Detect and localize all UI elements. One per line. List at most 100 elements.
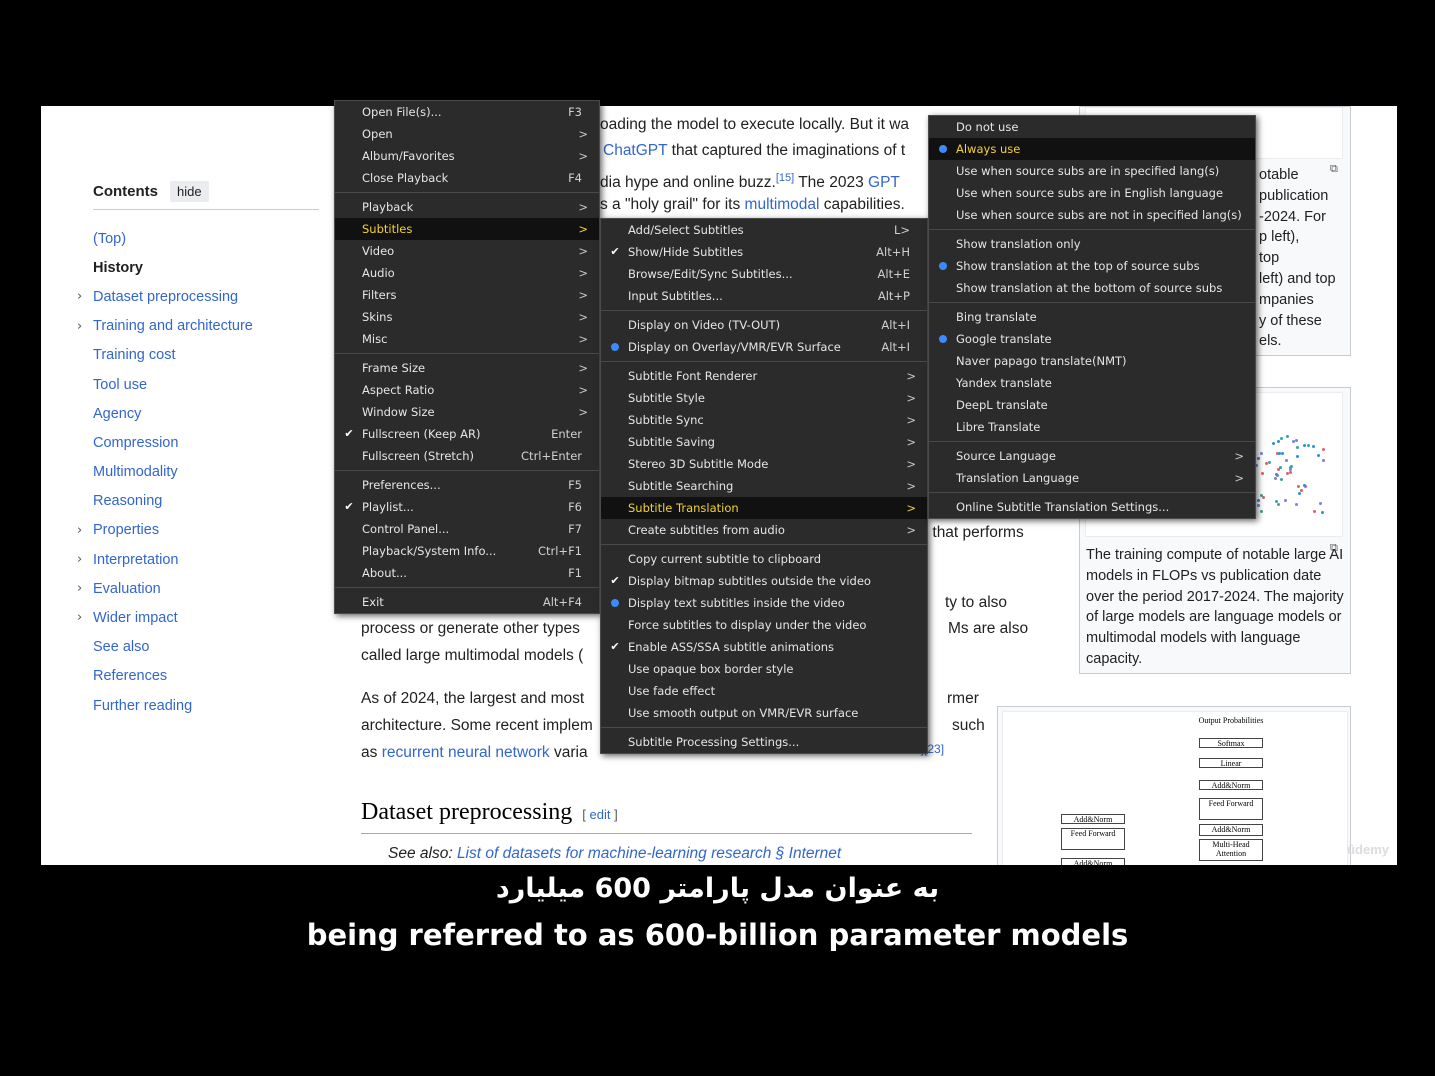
see-also-link[interactable]: List of datasets for machine-learning re… <box>457 845 841 862</box>
chevron-right-icon[interactable]: › <box>77 319 82 334</box>
menu-item-filters[interactable]: Filters > <box>335 284 599 306</box>
menu-item-add-select-subtitles[interactable]: Add/Select Subtitles L> <box>601 219 927 241</box>
menu-item-display-text-subtitles-inside-the-video[interactable]: Display text subtitles inside the video <box>601 592 927 614</box>
menu-item-use-opaque-box-border-style[interactable]: Use opaque box border style <box>601 658 927 680</box>
menu-item-use-when-source-subs-are-not-in-specified-lang-s[interactable]: Use when source subs are not in specifie… <box>929 204 1255 226</box>
menu-item-video[interactable]: Video > <box>335 240 599 262</box>
menu-item-open[interactable]: Open > <box>335 123 599 145</box>
toc-item-agency[interactable]: Agency <box>93 399 333 428</box>
menu-item-bing-translate[interactable]: Bing translate <box>929 306 1255 328</box>
menu-item-google-translate[interactable]: Google translate <box>929 328 1255 350</box>
toc-item-references[interactable]: References <box>93 662 333 691</box>
menu-item-use-fade-effect[interactable]: Use fade effect <box>601 680 927 702</box>
menu-item-display-on-video-tv-out[interactable]: Display on Video (TV-OUT) Alt+I <box>601 314 927 336</box>
menu-item-do-not-use[interactable]: Do not use <box>929 116 1255 138</box>
menu-item-yandex-translate[interactable]: Yandex translate <box>929 372 1255 394</box>
reference-link[interactable]: [15] <box>776 172 794 184</box>
multimodal-link[interactable]: multimodal <box>745 196 820 213</box>
menu-item-show-translation-at-the-bottom-of-source-subs[interactable]: Show translation at the bottom of source… <box>929 277 1255 299</box>
menu-item-playlist[interactable]: ✔ Playlist... F6 <box>335 496 599 518</box>
toc-item-compression[interactable]: Compression <box>93 428 333 457</box>
menu-item-stereo-3d-subtitle-mode[interactable]: Stereo 3D Subtitle Mode > <box>601 453 927 475</box>
toc-item-reasoning[interactable]: Reasoning <box>93 487 333 516</box>
toc-hide-button[interactable]: hide <box>170 181 209 202</box>
menu-item-fullscreen-stretch[interactable]: Fullscreen (Stretch) Ctrl+Enter <box>335 445 599 467</box>
menu-item-use-when-source-subs-are-in-specified-lang-s[interactable]: Use when source subs are in specified la… <box>929 160 1255 182</box>
toc-item-tool-use[interactable]: Tool use <box>93 370 333 399</box>
toc-item-history[interactable]: History <box>93 253 333 282</box>
scatter-point <box>1276 440 1280 444</box>
rnn-link[interactable]: recurrent neural network <box>382 744 550 761</box>
gpt-link[interactable]: GPT <box>868 174 900 191</box>
menu-item-create-subtitles-from-audio[interactable]: Create subtitles from audio > <box>601 519 927 541</box>
menu-item-shortcut: F5 <box>568 478 582 492</box>
menu-item-force-subtitles-to-display-under-the-video[interactable]: Force subtitles to display under the vid… <box>601 614 927 636</box>
menu-item-exit[interactable]: Exit Alt+F4 <box>335 591 599 613</box>
chatgpt-link[interactable]: ChatGPT <box>603 142 667 159</box>
menu-item-playback-system-info[interactable]: Playback/System Info... Ctrl+F1 <box>335 540 599 562</box>
menu-item-libre-translate[interactable]: Libre Translate <box>929 416 1255 438</box>
menu-item-browse-edit-sync-subtitles[interactable]: Browse/Edit/Sync Subtitles... Alt+E <box>601 263 927 285</box>
menu-item-online-subtitle-translation-settings[interactable]: Online Subtitle Translation Settings... <box>929 496 1255 518</box>
menu-item-display-bitmap-subtitles-outside-the-video[interactable]: ✔ Display bitmap subtitles outside the vi… <box>601 570 927 592</box>
menu-item-skins[interactable]: Skins > <box>335 306 599 328</box>
menu-item-use-when-source-subs-are-in-english-language[interactable]: Use when source subs are in English lang… <box>929 182 1255 204</box>
edit-link[interactable]: edit <box>590 807 611 822</box>
menu-item-always-use[interactable]: Always use <box>929 138 1255 160</box>
toc-item-properties[interactable]: › Properties <box>77 516 333 545</box>
chevron-right-icon[interactable]: › <box>77 581 82 596</box>
menu-item-subtitle-searching[interactable]: Subtitle Searching > <box>601 475 927 497</box>
menu-item-subtitles[interactable]: Subtitles > <box>335 218 599 240</box>
menu-item-fullscreen-keep-ar[interactable]: ✔ Fullscreen (Keep AR) Enter <box>335 423 599 445</box>
menu-item-frame-size[interactable]: Frame Size > <box>335 357 599 379</box>
menu-item-show-translation-at-the-top-of-source-subs[interactable]: Show translation at the top of source su… <box>929 255 1255 277</box>
menu-item-deepl-translate[interactable]: DeepL translate <box>929 394 1255 416</box>
menu-item-about[interactable]: About... F1 <box>335 562 599 584</box>
toc-item-multimodality[interactable]: Multimodality <box>93 458 333 487</box>
menu-item-display-on-overlay-vmr-evr-surface[interactable]: Display on Overlay/VMR/EVR Surface Alt+I <box>601 336 927 358</box>
toc-item-dataset-preprocessing[interactable]: › Dataset preprocessing <box>77 282 333 311</box>
chevron-right-icon[interactable]: › <box>77 610 82 625</box>
menu-item-aspect-ratio[interactable]: Aspect Ratio > <box>335 379 599 401</box>
chevron-right-icon[interactable]: › <box>77 289 82 304</box>
toc-item-training-cost[interactable]: Training cost <box>93 341 333 370</box>
menu-item-naver-papago-translate-nmt[interactable]: Naver papago translate(NMT) <box>929 350 1255 372</box>
menu-item-shortcut: Alt+H <box>876 245 910 259</box>
menu-item-subtitle-processing-settings[interactable]: Subtitle Processing Settings... <box>601 731 927 753</box>
menu-item-misc[interactable]: Misc > <box>335 328 599 350</box>
menu-item-enable-ass-ssa-subtitle-animations[interactable]: ✔ Enable ASS/SSA subtitle animations <box>601 636 927 658</box>
chevron-right-icon[interactable]: › <box>77 523 82 538</box>
transformer-diagram-image[interactable]: Output Probabilities Softmax Linear Add&Nor… <box>1002 711 1348 865</box>
menu-item-open-file-s[interactable]: Open File(s)... F3 <box>335 101 599 123</box>
menu-item-subtitle-font-renderer[interactable]: Subtitle Font Renderer > <box>601 365 927 387</box>
toc-item-label: (Top) <box>93 230 127 247</box>
menu-item-window-size[interactable]: Window Size > <box>335 401 599 423</box>
menu-item-source-language[interactable]: Source Language > <box>929 445 1255 467</box>
menu-item-input-subtitles[interactable]: Input Subtitles... Alt+P <box>601 285 927 307</box>
toc-item-see-also[interactable]: See also <box>93 633 333 662</box>
menu-item-playback[interactable]: Playback > <box>335 196 599 218</box>
menu-item-subtitle-sync[interactable]: Subtitle Sync > <box>601 409 927 431</box>
menu-item-use-smooth-output-on-vmr-evr-surface[interactable]: Use smooth output on VMR/EVR surface <box>601 702 927 724</box>
menu-item-audio[interactable]: Audio > <box>335 262 599 284</box>
menu-item-subtitle-translation[interactable]: Subtitle Translation > <box>601 497 927 519</box>
toc-item-interpretation[interactable]: › Interpretation <box>77 545 333 574</box>
menu-item-subtitle-style[interactable]: Subtitle Style > <box>601 387 927 409</box>
menu-item-album-favorites[interactable]: Album/Favorites > <box>335 145 599 167</box>
menu-item-close-playback[interactable]: Close Playback F4 <box>335 167 599 189</box>
menu-item-label: Stereo 3D Subtitle Mode <box>628 457 769 471</box>
menu-item-copy-current-subtitle-to-clipboard[interactable]: Copy current subtitle to clipboard <box>601 548 927 570</box>
menu-item-show-hide-subtitles[interactable]: ✔ Show/Hide Subtitles Alt+H <box>601 241 927 263</box>
toc-item-training-and-architecture[interactable]: › Training and architecture <box>77 312 333 341</box>
toc-item-wider-impact[interactable]: › Wider impact <box>77 603 333 632</box>
toc-item-top[interactable]: (Top) <box>93 224 333 253</box>
toc-item-evaluation[interactable]: › Evaluation <box>77 574 333 603</box>
chevron-right-icon[interactable]: › <box>77 552 82 567</box>
menu-item-show-translation-only[interactable]: Show translation only <box>929 233 1255 255</box>
menu-item-preferences[interactable]: Preferences... F5 <box>335 474 599 496</box>
menu-item-translation-language[interactable]: Translation Language > <box>929 467 1255 489</box>
toc-item-further-reading[interactable]: Further reading <box>93 691 333 720</box>
menu-separator <box>335 192 599 193</box>
menu-item-control-panel[interactable]: Control Panel... F7 <box>335 518 599 540</box>
menu-item-subtitle-saving[interactable]: Subtitle Saving > <box>601 431 927 453</box>
